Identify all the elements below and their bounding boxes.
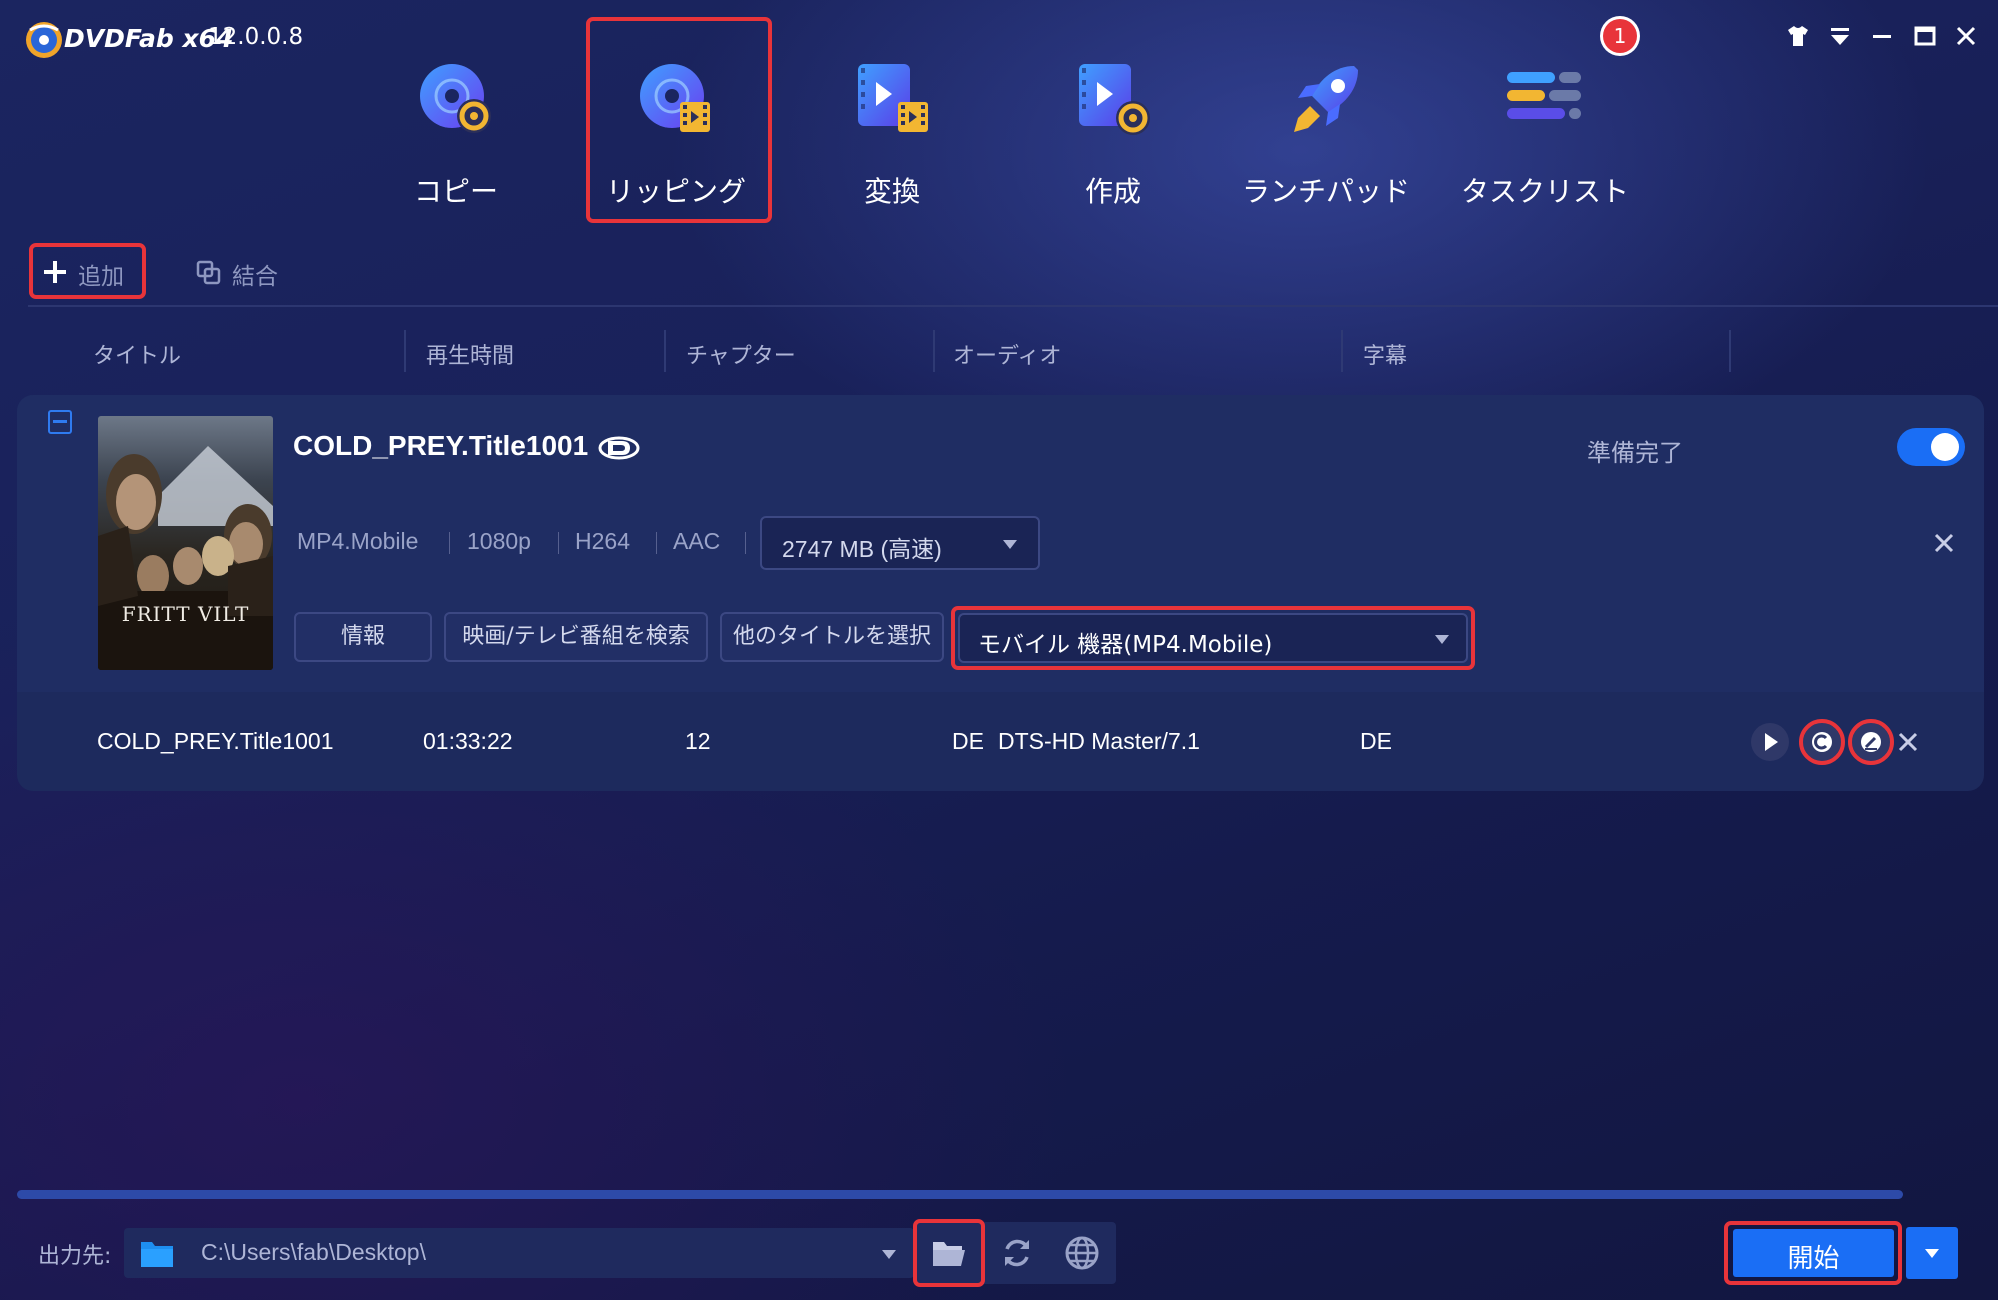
chevron-down-icon [1003, 540, 1017, 549]
row-audio-format[interactable]: DTS-HD Master/7.1 [998, 728, 1200, 755]
nav-converter[interactable]: 変換 [807, 58, 977, 218]
row-chapters: 12 [685, 728, 711, 754]
size-dropdown[interactable]: 2747 MB (高速) [760, 516, 1040, 570]
app-version: 12.0.0.8 [208, 24, 304, 50]
minimize-icon [1873, 35, 1891, 38]
close-window-button[interactable] [1952, 22, 1980, 50]
refresh-icon [1005, 1239, 1029, 1267]
nav-launchpad-label: ランチパッド [1241, 175, 1410, 208]
merge-button[interactable]: 結合 [196, 252, 296, 292]
output-path-field[interactable]: C:\Users\fab\Desktop\ [124, 1228, 914, 1278]
converter-video-icon [858, 64, 928, 132]
copy-disc-icon [420, 64, 491, 133]
poster-title: FRITT VILT [121, 602, 250, 626]
spec-format: MP4.Mobile [297, 528, 419, 554]
edit-button-highlight [1848, 719, 1894, 765]
column-header-chapters[interactable]: チャプター [686, 338, 796, 370]
column-header-subtitles[interactable]: 字幕 [1363, 338, 1407, 370]
column-separator[interactable] [1341, 330, 1343, 372]
spec-separator [745, 532, 746, 554]
task-list-icon [1507, 72, 1581, 119]
poster-artwork [98, 446, 273, 670]
nav-task-list[interactable]: タスクリスト [1460, 58, 1630, 218]
search-movie-tv-button[interactable]: 映画/テレビ番組を検索 [444, 612, 708, 662]
column-header-duration[interactable]: 再生時間 [426, 338, 514, 370]
chevron-down-icon [882, 1250, 896, 1259]
nav-ripper-highlight [586, 17, 772, 223]
play-icon [1765, 733, 1778, 751]
refresh-button[interactable] [998, 1234, 1036, 1272]
row-audio-language[interactable]: DE [952, 728, 984, 755]
folder-icon [141, 1242, 173, 1267]
select-other-title-button[interactable]: 他のタイトルを選択 [720, 612, 944, 662]
column-separator[interactable] [404, 330, 406, 372]
notification-count: 1 [1603, 19, 1637, 53]
movie-poster: FRITT VILT [98, 416, 273, 670]
profile-dropdown-highlight [951, 606, 1475, 670]
nav-creator[interactable]: 作成 [1028, 58, 1198, 218]
browse-folder-highlight [913, 1219, 985, 1287]
merge-icon [196, 260, 221, 285]
nav-task-list-label: タスクリスト [1460, 175, 1629, 208]
toolbar-divider [28, 305, 1998, 307]
info-button[interactable]: 情報 [294, 612, 432, 662]
column-separator[interactable] [933, 330, 935, 372]
toggle-knob [1931, 433, 1959, 461]
maximize-icon [1914, 26, 1936, 46]
spec-separator [656, 532, 657, 554]
remove-title-button[interactable] [1897, 731, 1919, 753]
task-status: 準備完了 [1587, 439, 1683, 467]
dvdfab-logo-icon [26, 22, 62, 58]
progress-bar [17, 1190, 1903, 1199]
nav-launchpad[interactable]: ランチパッド [1241, 58, 1411, 218]
notification-badge[interactable]: 1 [1600, 16, 1640, 56]
minimize-button[interactable] [1868, 22, 1896, 50]
row-duration: 01:33:22 [423, 728, 513, 754]
launchpad-rocket-icon [1294, 66, 1358, 132]
chapter-button-highlight [1799, 719, 1845, 765]
skin-shirt-icon [1788, 26, 1808, 46]
nav-converter-label: 変換 [863, 175, 920, 208]
column-separator[interactable] [1729, 330, 1731, 372]
merge-button-label: 結合 [232, 264, 278, 290]
output-path-value: C:\Users\fab\Desktop\ [201, 1239, 426, 1265]
task-title[interactable]: COLD_PREY.Title1001 [293, 430, 588, 462]
size-dropdown-value: 2747 MB (高速) [782, 536, 942, 562]
spec-separator [449, 532, 450, 554]
column-header-title[interactable]: タイトル [93, 338, 181, 370]
close-icon [1934, 533, 1954, 553]
close-icon [1898, 732, 1918, 752]
start-button-highlight [1724, 1221, 1902, 1285]
menu-dropdown-icon [1831, 28, 1849, 45]
nav-creator-label: 作成 [1084, 175, 1141, 208]
task-enable-toggle[interactable] [1897, 428, 1965, 466]
row-subtitle[interactable]: DE [1360, 728, 1392, 755]
maximize-button[interactable] [1911, 22, 1939, 50]
nav-copy[interactable]: コピー [371, 58, 541, 218]
spec-separator [558, 532, 559, 554]
spec-video-codec: H264 [575, 528, 630, 554]
creator-video-disc-icon [1079, 64, 1150, 135]
bluray-logo-icon [598, 436, 640, 460]
network-button[interactable] [1063, 1234, 1101, 1272]
output-label: 出力先: [38, 1244, 112, 1269]
skin-button[interactable] [1784, 22, 1812, 50]
row-title: COLD_PREY.Title1001 [97, 728, 334, 754]
preview-play-button[interactable] [1751, 723, 1789, 761]
add-button-highlight [29, 243, 146, 299]
menu-button[interactable] [1826, 22, 1854, 50]
globe-icon [1065, 1236, 1099, 1270]
minus-icon [53, 420, 67, 423]
column-header-audio[interactable]: オーディオ [953, 338, 1061, 370]
app-logo [24, 20, 64, 60]
chevron-down-icon [1925, 1249, 1939, 1258]
column-separator[interactable] [664, 330, 666, 372]
start-options-button[interactable] [1906, 1227, 1958, 1279]
spec-audio-codec: AAC [673, 528, 721, 554]
spec-resolution: 1080p [467, 528, 531, 554]
nav-copy-label: コピー [413, 175, 498, 208]
close-icon [1956, 26, 1976, 46]
remove-task-button[interactable] [1932, 531, 1956, 555]
collapse-button[interactable] [48, 410, 72, 434]
